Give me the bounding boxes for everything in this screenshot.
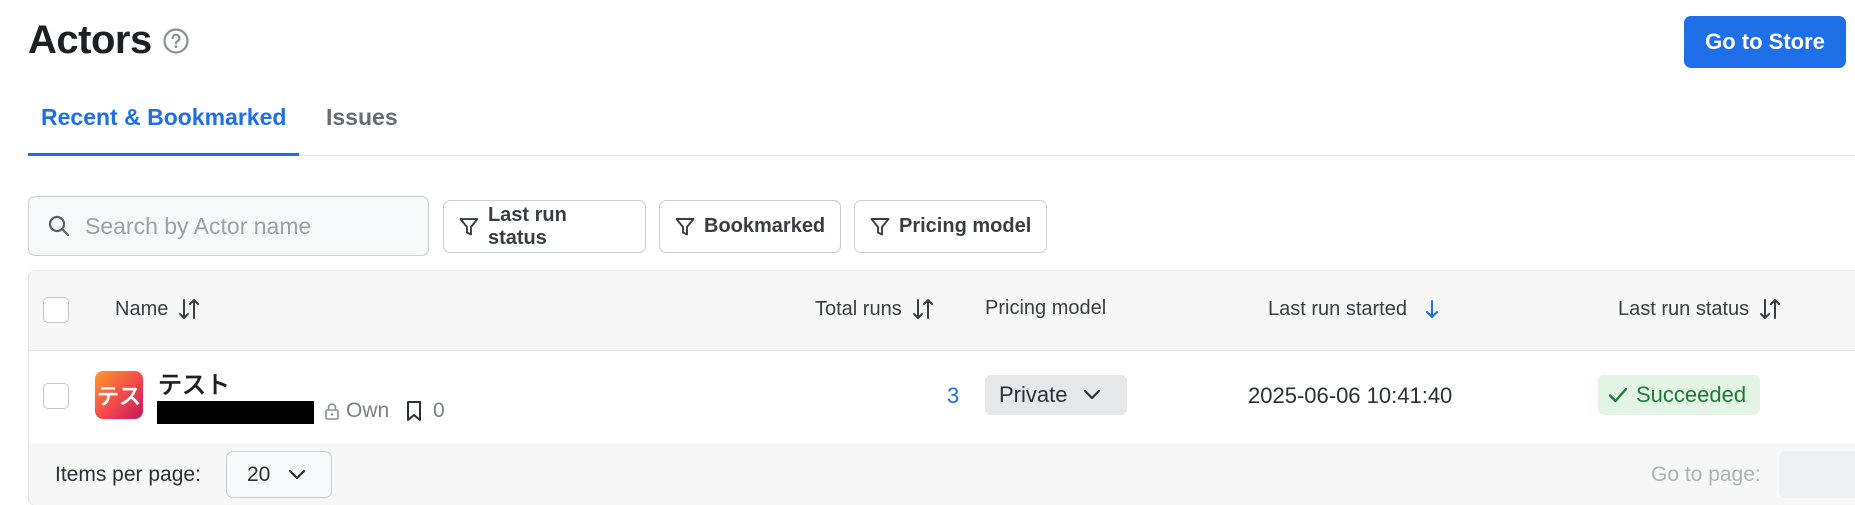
total-runs-link[interactable]: 3 — [947, 383, 959, 409]
column-header-last-run-started[interactable]: Last run started — [1268, 297, 1443, 321]
table-header: Name Total runs Pricing model Last run s… — [29, 271, 1855, 351]
tab-bar: Recent & Bookmarked Issues — [28, 96, 1855, 156]
page-title: Actors — [28, 18, 152, 62]
go-to-store-button[interactable]: Go to Store — [1684, 16, 1846, 68]
column-header-pricing-model: Pricing model — [985, 297, 1107, 319]
lock-icon — [325, 403, 339, 420]
filter-last-run-status-button[interactable]: Last run status — [443, 200, 646, 253]
go-to-page-input[interactable] — [1779, 451, 1855, 498]
page-header: Actors — [28, 18, 190, 63]
chevron-down-icon — [1084, 389, 1101, 400]
filter-label: Pricing model — [899, 215, 1032, 237]
table-row[interactable]: テス テスト Own 0 3 Private 2025-06-06 10:41:… — [29, 351, 1855, 443]
last-run-started: 2025-06-06 10:41:40 — [1248, 383, 1453, 408]
sort-descending-icon — [1425, 300, 1438, 318]
filter-label: Last run status — [487, 203, 567, 249]
bookmark-count: 0 — [433, 399, 445, 422]
filter-pricing-model-button[interactable]: Pricing model — [854, 200, 1047, 253]
own-tag: Own — [324, 399, 389, 423]
filter-icon — [459, 217, 479, 235]
filter-label: Bookmarked — [704, 215, 826, 237]
actor-name-link[interactable]: テスト — [158, 365, 230, 400]
column-header-last-run-status[interactable]: Last run status — [1618, 297, 1781, 321]
search-input[interactable] — [85, 212, 385, 240]
chevron-down-icon — [289, 469, 306, 479]
status-badge[interactable]: Succeeded — [1598, 375, 1760, 415]
bookmark-toggle[interactable]: 0 — [405, 399, 445, 423]
pricing-model-select[interactable]: Private — [985, 375, 1127, 415]
filter-bookmarked-button[interactable]: Bookmarked — [659, 200, 841, 253]
bookmark-icon — [407, 401, 421, 421]
check-icon — [1608, 387, 1628, 403]
sort-icon — [912, 299, 933, 319]
column-header-total-runs[interactable]: Total runs — [815, 297, 934, 321]
tab-recent-bookmarked[interactable]: Recent & Bookmarked — [41, 104, 286, 131]
pagination-bar: Items per page: 20 Go to page: — [29, 443, 1855, 505]
sort-icon — [1760, 299, 1781, 319]
items-per-page-select[interactable]: 20 — [226, 451, 332, 498]
column-header-name[interactable]: Name — [115, 297, 200, 321]
filter-icon — [870, 217, 890, 235]
question-circle-icon[interactable] — [162, 27, 190, 55]
redacted-actor-slug — [157, 401, 314, 424]
actor-avatar: テス — [95, 371, 143, 419]
search-box[interactable] — [28, 196, 429, 256]
items-per-page-label: Items per page: — [55, 463, 201, 486]
actors-table: Name Total runs Pricing model Last run s… — [28, 270, 1855, 505]
select-all-checkbox[interactable] — [43, 297, 69, 323]
active-tab-indicator — [28, 153, 299, 156]
filter-icon — [675, 217, 695, 235]
row-checkbox[interactable] — [43, 383, 69, 409]
sort-icon — [179, 299, 200, 319]
go-to-page-label: Go to page: — [1651, 463, 1761, 486]
tab-issues[interactable]: Issues — [326, 104, 398, 131]
search-icon — [48, 215, 70, 237]
